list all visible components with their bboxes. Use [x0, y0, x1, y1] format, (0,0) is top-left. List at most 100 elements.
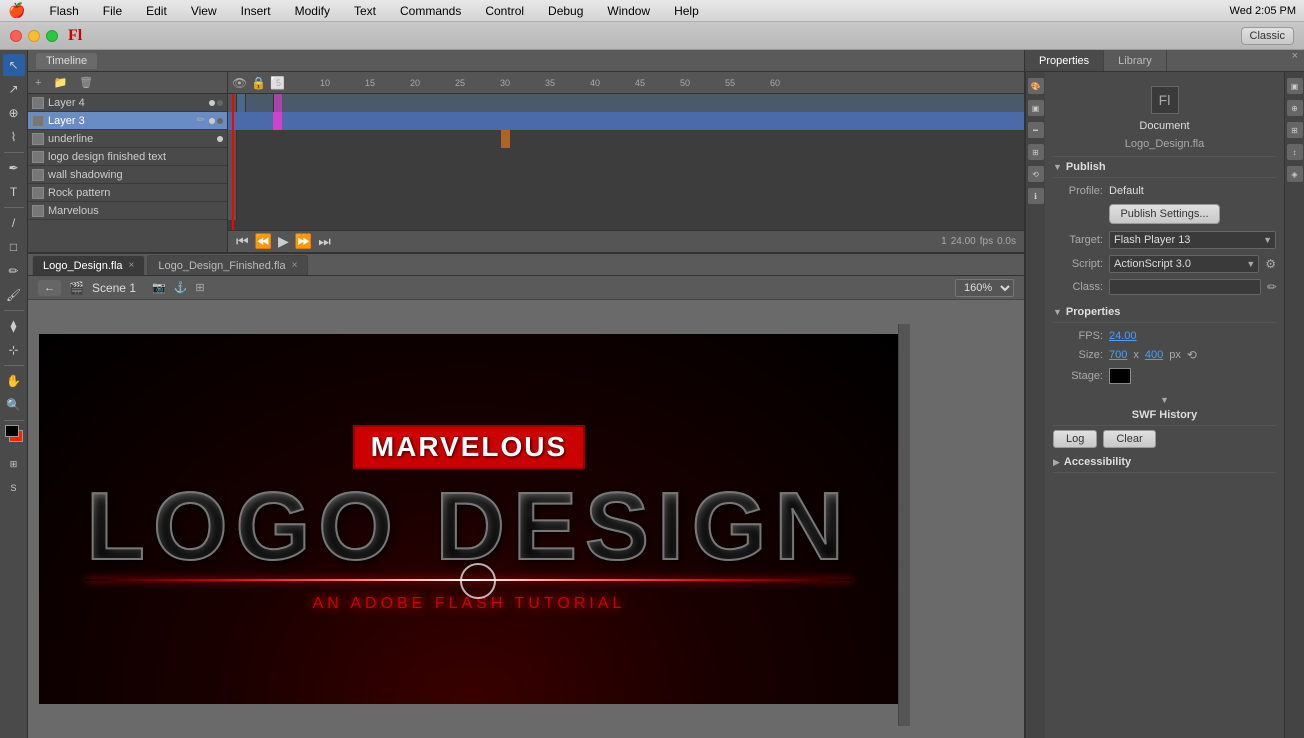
- selection-tool[interactable]: ↖: [3, 54, 25, 76]
- apple-menu[interactable]: 🍎: [8, 2, 25, 19]
- smooth-btn[interactable]: S: [3, 477, 25, 499]
- text-tool[interactable]: T: [3, 181, 25, 203]
- menu-modify[interactable]: Modify: [291, 4, 334, 18]
- file-tab-logo-design[interactable]: Logo_Design.fla ×: [32, 255, 145, 275]
- class-input[interactable]: [1109, 279, 1261, 295]
- layer-row-marvelous[interactable]: Marvelous: [28, 202, 227, 220]
- menu-insert[interactable]: Insert: [237, 4, 275, 18]
- fps-value[interactable]: 24.00: [1109, 330, 1137, 342]
- maximize-button[interactable]: [46, 30, 58, 42]
- target-label: Target:: [1053, 234, 1103, 246]
- hand-tool[interactable]: ✋: [3, 370, 25, 392]
- close-tab-icon[interactable]: ×: [292, 260, 298, 271]
- layer-row-logo-design[interactable]: logo design finished text: [28, 148, 227, 166]
- swf-history-section-header[interactable]: ▼ SWF History: [1053, 391, 1276, 426]
- last-frame-btn[interactable]: ⏭: [318, 233, 331, 250]
- playhead[interactable]: [232, 94, 234, 230]
- close-tab-icon[interactable]: ×: [129, 260, 135, 271]
- right-icon-2[interactable]: ⊕: [1287, 100, 1303, 116]
- subselection-tool[interactable]: ↗: [3, 78, 25, 100]
- layer-row-rock-pattern[interactable]: Rock pattern: [28, 184, 227, 202]
- stage-width[interactable]: 700: [1109, 349, 1127, 361]
- target-select[interactable]: Flash Player 13 Flash Player 10 Flash Pl…: [1109, 231, 1276, 249]
- menu-help[interactable]: Help: [670, 4, 703, 18]
- line-tool[interactable]: /: [3, 212, 25, 234]
- play-btn[interactable]: ▶: [278, 233, 289, 250]
- lasso-tool[interactable]: ⌇: [3, 126, 25, 148]
- menu-edit[interactable]: Edit: [142, 4, 171, 18]
- menu-flash[interactable]: Flash: [45, 4, 82, 18]
- back-scene-btn[interactable]: ←: [38, 280, 61, 296]
- menu-text[interactable]: Text: [350, 4, 380, 18]
- next-frame-btn[interactable]: ⏩: [295, 233, 312, 250]
- timeline-footer: ⏮ ⏪ ▶ ⏩ ⏭ 1 24.00 fps 0.0s: [228, 230, 1024, 252]
- info-icon[interactable]: ℹ: [1028, 188, 1044, 204]
- zoom-tool[interactable]: 🔍: [3, 394, 25, 416]
- right-icon-4[interactable]: ↕: [1287, 144, 1303, 160]
- stage-color-swatch[interactable]: [1109, 368, 1131, 384]
- fill-icon[interactable]: ▣: [1028, 100, 1044, 116]
- delete-layer-btn[interactable]: 🗑: [76, 75, 96, 90]
- color-icon[interactable]: 🎨: [1028, 78, 1044, 94]
- layer-row-layer3[interactable]: Layer 3 ✏: [28, 112, 227, 130]
- properties-tab[interactable]: Properties: [1025, 50, 1104, 71]
- frame-num-15: 15: [365, 78, 375, 88]
- layer-row-underline[interactable]: underline: [28, 130, 227, 148]
- menu-control[interactable]: Control: [481, 4, 528, 18]
- class-settings-icon[interactable]: ✏: [1267, 280, 1277, 294]
- properties-section-header[interactable]: ▼ Properties: [1053, 302, 1276, 323]
- minimize-button[interactable]: [28, 30, 40, 42]
- eyedropper-tool[interactable]: ⊹: [3, 339, 25, 361]
- pen-tool[interactable]: ✒: [3, 157, 25, 179]
- align-icon[interactable]: ⊞: [1028, 144, 1044, 160]
- prev-frame-btn[interactable]: ⏪: [255, 233, 272, 250]
- swf-clear-button[interactable]: Clear: [1103, 430, 1155, 448]
- vertical-scrollbar[interactable]: [898, 324, 910, 726]
- rectangle-tool[interactable]: □: [3, 236, 25, 258]
- transform-icon[interactable]: ⟲: [1028, 166, 1044, 182]
- size-settings-icon[interactable]: ⟲: [1187, 348, 1197, 362]
- layer-name: Marvelous: [48, 205, 223, 217]
- timeline-tab[interactable]: Timeline: [36, 53, 97, 69]
- new-folder-btn[interactable]: 📁: [50, 75, 70, 90]
- scene-label: Scene 1: [92, 281, 136, 295]
- menu-debug[interactable]: Debug: [544, 4, 587, 18]
- brush-tool[interactable]: 🖌: [3, 284, 25, 306]
- stroke-color[interactable]: [5, 425, 19, 437]
- frame-row-marvelous: [228, 202, 1024, 220]
- free-transform-tool[interactable]: ⊕: [3, 102, 25, 124]
- library-tab[interactable]: Library: [1104, 50, 1167, 71]
- layer-thumb: [32, 97, 44, 109]
- snap-toggle[interactable]: ⊞: [3, 453, 25, 475]
- stroke-icon[interactable]: ━: [1028, 122, 1044, 138]
- publish-section-header[interactable]: ▼ Publish: [1053, 157, 1276, 178]
- menu-file[interactable]: File: [99, 4, 126, 18]
- panel-close-btn[interactable]: ×: [1286, 50, 1304, 71]
- script-settings-icon[interactable]: ⚙: [1265, 257, 1276, 271]
- layer-icons: [209, 118, 223, 124]
- menu-view[interactable]: View: [187, 4, 221, 18]
- first-frame-btn[interactable]: ⏮: [236, 233, 249, 250]
- publish-settings-button[interactable]: Publish Settings...: [1109, 204, 1219, 224]
- stage-header: ← 🎬 Scene 1 📷 ⚓ ⊞ 160% 100% 200% 50%: [28, 276, 1024, 300]
- menu-window[interactable]: Window: [603, 4, 654, 18]
- right-icon-1[interactable]: ▣: [1287, 78, 1303, 94]
- swf-log-button[interactable]: Log: [1053, 430, 1097, 448]
- layer-row-layer4[interactable]: Layer 4: [28, 94, 227, 112]
- size-row: Size: 700 x 400 px ⟲: [1053, 345, 1276, 365]
- workspace-selector[interactable]: Classic: [1241, 27, 1294, 45]
- stage-height[interactable]: 400: [1145, 349, 1163, 361]
- zoom-selector[interactable]: 160% 100% 200% 50%: [955, 279, 1014, 297]
- right-icon-5[interactable]: ◈: [1287, 166, 1303, 182]
- script-select[interactable]: ActionScript 3.0 ActionScript 2.0: [1109, 255, 1259, 273]
- new-layer-btn[interactable]: +: [32, 76, 44, 90]
- layer-row-wall-shadow[interactable]: wall shadowing: [28, 166, 227, 184]
- lock-icon: 🔒: [251, 76, 266, 90]
- accessibility-section-header[interactable]: ▶ Accessibility: [1053, 452, 1276, 473]
- paint-bucket-tool[interactable]: ⧫: [3, 315, 25, 337]
- menu-commands[interactable]: Commands: [396, 4, 465, 18]
- close-button[interactable]: [10, 30, 22, 42]
- pencil-tool[interactable]: ✏: [3, 260, 25, 282]
- right-icon-3[interactable]: ⊞: [1287, 122, 1303, 138]
- file-tab-logo-design-finished[interactable]: Logo_Design_Finished.fla ×: [147, 255, 308, 275]
